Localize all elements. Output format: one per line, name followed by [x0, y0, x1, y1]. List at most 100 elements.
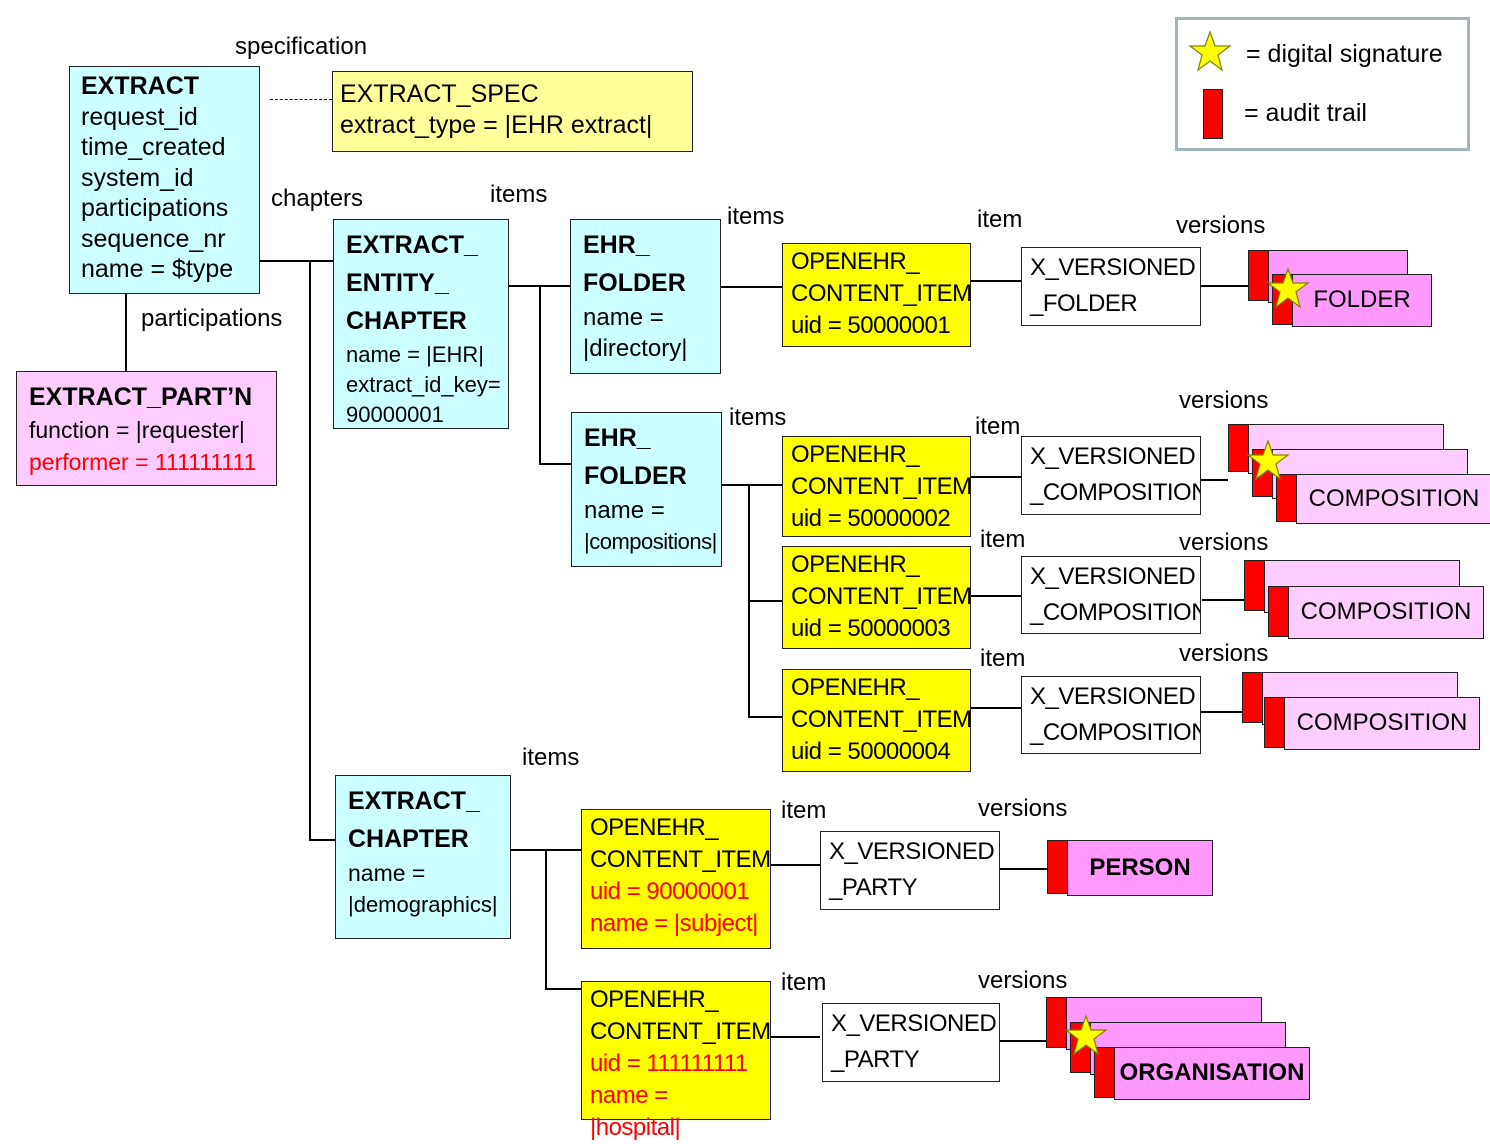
version-card[interactable]: COMPOSITION: [1284, 697, 1480, 750]
audit-trail-icon: [1203, 89, 1223, 139]
version-card[interactable]: COMPOSITION: [1296, 474, 1490, 524]
entity-chapter-field: extract_id_key=: [346, 372, 501, 397]
extract-field: time_created: [81, 133, 226, 161]
label-items-demographics: items: [522, 744, 580, 771]
content-item-highlight: name = |subject|: [590, 910, 758, 937]
version-card[interactable]: COMPOSITION: [1288, 586, 1484, 639]
title-line: CHAPTER: [346, 307, 467, 335]
versions-connector-4: [1200, 711, 1242, 713]
items-branch-ci-3: [748, 600, 782, 602]
item-connector-3: [970, 595, 1021, 597]
label-versions-3: versions: [1179, 529, 1269, 556]
audit-trail-icon: [1268, 586, 1290, 637]
content-item-highlight: uid = 90000001: [590, 878, 750, 905]
content-item-line: uid = 50000002: [791, 505, 951, 532]
label-item-1: item: [977, 206, 1023, 233]
folder-field: name =: [584, 497, 665, 524]
content-item-line: CONTENT_ITEM: [590, 846, 771, 873]
demographics-chapter-title: EXTRACT_ CHAPTER: [348, 782, 498, 858]
content-item-line: OPENEHR_: [791, 551, 920, 578]
versioned-object-line: X_VERSIONED: [829, 838, 995, 865]
folder-title: EHR_ FOLDER: [583, 226, 708, 302]
versioned-object-box[interactable]: X_VERSIONED _COMPOSITION: [1021, 676, 1201, 754]
content-item-box[interactable]: OPENEHR_ CONTENT_ITEMuid = 50000003: [782, 546, 972, 649]
audit-trail-icon: [1242, 672, 1264, 723]
versioned-object-box[interactable]: X_VERSIONED _COMPOSITION: [1021, 556, 1201, 634]
versioned-object-box[interactable]: X_VERSIONED _COMPOSITION: [1021, 436, 1201, 515]
entity-chapter-box[interactable]: EXTRACT_ ENTITY_ CHAPTER name = |EHR| ex…: [333, 219, 509, 429]
content-item-box[interactable]: OPENEHR_ CONTENT_ITEM uid = 50000001: [782, 243, 972, 347]
folder-title: EHR_ FOLDER: [584, 419, 709, 495]
content-item-box[interactable]: OPENEHR_ CONTENT_ITEMuid = 111111111 name …: [581, 981, 771, 1141]
digital-signature-star-icon: [1064, 1013, 1108, 1056]
label-items-folder-2: items: [729, 404, 787, 431]
specification-link: [270, 99, 332, 100]
entity-chapter-title: EXTRACT_ ENTITY_ CHAPTER: [346, 226, 496, 340]
content-item-line: uid = 50000003: [791, 615, 951, 642]
item-connector-4: [970, 707, 1021, 709]
items-branch-ci-4: [748, 716, 782, 718]
participations-connector: [125, 293, 127, 371]
label-item-2: item: [975, 413, 1021, 440]
items-trunk-folders: [539, 285, 541, 464]
title-line: EXTRACT_: [346, 231, 478, 259]
content-item-box[interactable]: OPENEHR_ CONTENT_ITEM uid = 50000004: [782, 669, 972, 772]
versioned-object-box[interactable]: X_VERSIONED _PARTY: [822, 1003, 1000, 1082]
version-card[interactable]: FOLDER: [1292, 274, 1432, 327]
versioned-object-line: X_VERSIONED: [1030, 683, 1196, 710]
extract-spec-box[interactable]: EXTRACT_SPEC extract_type = |EHR extract…: [332, 71, 693, 152]
versioned-object-line: _PARTY: [829, 874, 918, 901]
versioned-object-box[interactable]: X_VERSIONED _FOLDER: [1021, 247, 1201, 326]
label-item-5: item: [781, 797, 827, 824]
legend-signature-text: = digital signature: [1246, 40, 1443, 68]
ehr-folder-compositions-box[interactable]: EHR_ FOLDER name = |compositions|: [571, 412, 722, 567]
version-label: PERSON: [1089, 854, 1191, 881]
item-connector-1: [970, 280, 1021, 282]
versions-connector-3: [1202, 599, 1244, 601]
content-item-line: OPENEHR_: [590, 986, 719, 1013]
legend: = digital signature = audit trail: [1175, 17, 1470, 151]
extract-field: request_id: [81, 102, 198, 131]
label-item-6: item: [781, 969, 827, 996]
content-item-line: OPENEHR_: [791, 248, 920, 275]
extract-field: name = $type: [81, 255, 234, 283]
label-items-entity-chapter: items: [490, 181, 548, 208]
versioned-object-box[interactable]: X_VERSIONED _PARTY: [820, 831, 1000, 910]
version-card[interactable]: ORGANISATION: [1114, 1047, 1310, 1100]
folder-field: |compositions|: [584, 529, 717, 554]
participation-performer: performer = 111111111: [29, 449, 257, 475]
version-label: FOLDER: [1313, 286, 1411, 313]
folder-field: name =: [583, 304, 664, 331]
extract-box[interactable]: EXTRACT request_id time_created system_i…: [69, 66, 260, 294]
versioned-object-line: _PARTY: [831, 1046, 920, 1073]
content-item-line: OPENEHR_: [791, 674, 920, 701]
items-trunk-demographics: [545, 849, 547, 989]
chapters-connector: [259, 260, 333, 262]
version-label: COMPOSITION: [1308, 485, 1480, 512]
version-label: COMPOSITION: [1296, 709, 1468, 736]
versioned-object-line: X_VERSIONED: [1030, 254, 1196, 281]
title-line: FOLDER: [583, 269, 686, 297]
label-item-4: item: [980, 645, 1026, 672]
star-icon: [1188, 30, 1232, 72]
ehr-folder-directory-box[interactable]: EHR_ FOLDER name = |directory|: [570, 219, 721, 374]
label-versions-2: versions: [1179, 387, 1269, 414]
content-item-box[interactable]: OPENEHR_ CONTENT_ITEM uid = 50000002: [782, 436, 972, 537]
label-chapters: chapters: [271, 185, 364, 212]
content-item-line: CONTENT_ITEM: [791, 583, 972, 610]
content-item-box[interactable]: OPENEHR_ CONTENT_ITEM uid = 90000001 name =…: [581, 809, 771, 949]
audit-trail-icon: [1264, 697, 1286, 748]
content-item-highlight: name = |hospital|: [590, 1082, 681, 1141]
version-label: COMPOSITION: [1300, 598, 1472, 625]
digital-signature-star-icon: [1246, 439, 1290, 481]
extract-field: participations: [81, 194, 229, 222]
extract-participation-title: EXTRACT_PART’N: [29, 383, 253, 411]
demographics-chapter-box[interactable]: EXTRACT_ CHAPTER name = |demographics|: [335, 775, 511, 939]
content-item-highlight: uid = 111111111: [590, 1050, 748, 1077]
content-item-line: CONTENT_ITEM: [590, 1018, 771, 1045]
legend-audit-text: = audit trail: [1244, 99, 1367, 127]
items-connector-folder-1: [720, 286, 782, 288]
extract-participation-box[interactable]: EXTRACT_PART’N function = |requester| pe…: [16, 371, 277, 486]
item-connector-2: [970, 476, 1021, 478]
version-card[interactable]: PERSON: [1067, 840, 1213, 896]
